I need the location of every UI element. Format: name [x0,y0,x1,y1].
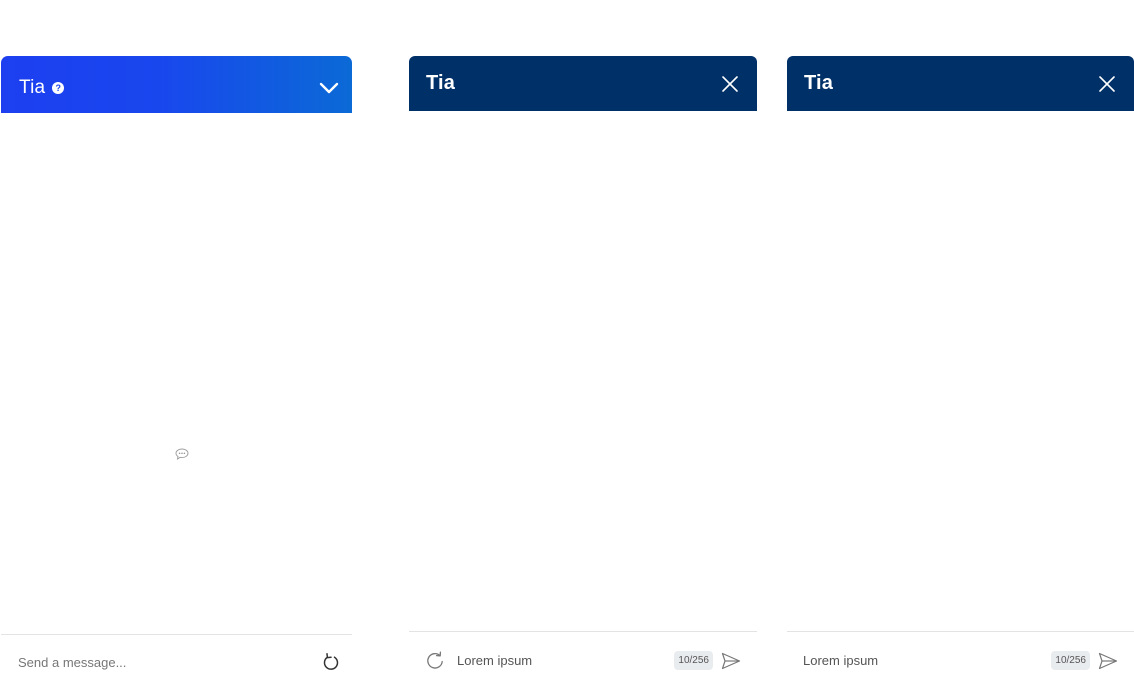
send-icon [1098,652,1118,669]
chat-header: Tia [787,56,1134,111]
message-input[interactable]: Lorem ipsum [457,653,674,668]
chat-title: Tia [19,76,46,98]
close-icon [1099,75,1115,92]
send-button[interactable] [1098,652,1118,670]
chat-panel-dark-with-refresh: Tia Lorem ipsum 10/256 [409,56,757,689]
message-input[interactable] [18,654,322,670]
message-area [409,111,757,631]
header-title-group: Tia ? [19,71,65,99]
chat-footer [1,634,352,689]
send-button[interactable] [721,652,741,670]
character-counter: 10/256 [1051,651,1090,670]
close-button[interactable] [1096,73,1118,95]
refresh-icon [323,653,339,670]
character-counter: 10/256 [674,651,713,670]
send-icon [721,652,741,669]
message-input[interactable]: Lorem ipsum [803,653,1051,668]
collapse-button[interactable] [318,77,340,99]
chat-panel-gradient: Tia ? [1,56,352,689]
refresh-button[interactable] [425,651,445,671]
close-button[interactable] [719,73,741,95]
refresh-button[interactable] [322,652,340,672]
chat-panel-dark: Tia Lorem ipsum 10/256 [787,56,1134,689]
chat-header: Tia ? [1,56,352,113]
chat-title: Tia [804,72,834,94]
message-area [1,113,352,634]
chat-footer: Lorem ipsum 10/256 [787,631,1134,689]
chat-header: Tia [409,56,757,111]
refresh-icon [427,651,443,669]
typing-bubble-icon [175,448,189,460]
chevron-down-icon [319,82,339,93]
close-icon [722,75,738,92]
message-area [787,111,1134,631]
chat-title: Tia [426,72,456,94]
chat-footer: Lorem ipsum 10/256 [409,631,757,689]
help-icon[interactable]: ? [52,81,65,94]
